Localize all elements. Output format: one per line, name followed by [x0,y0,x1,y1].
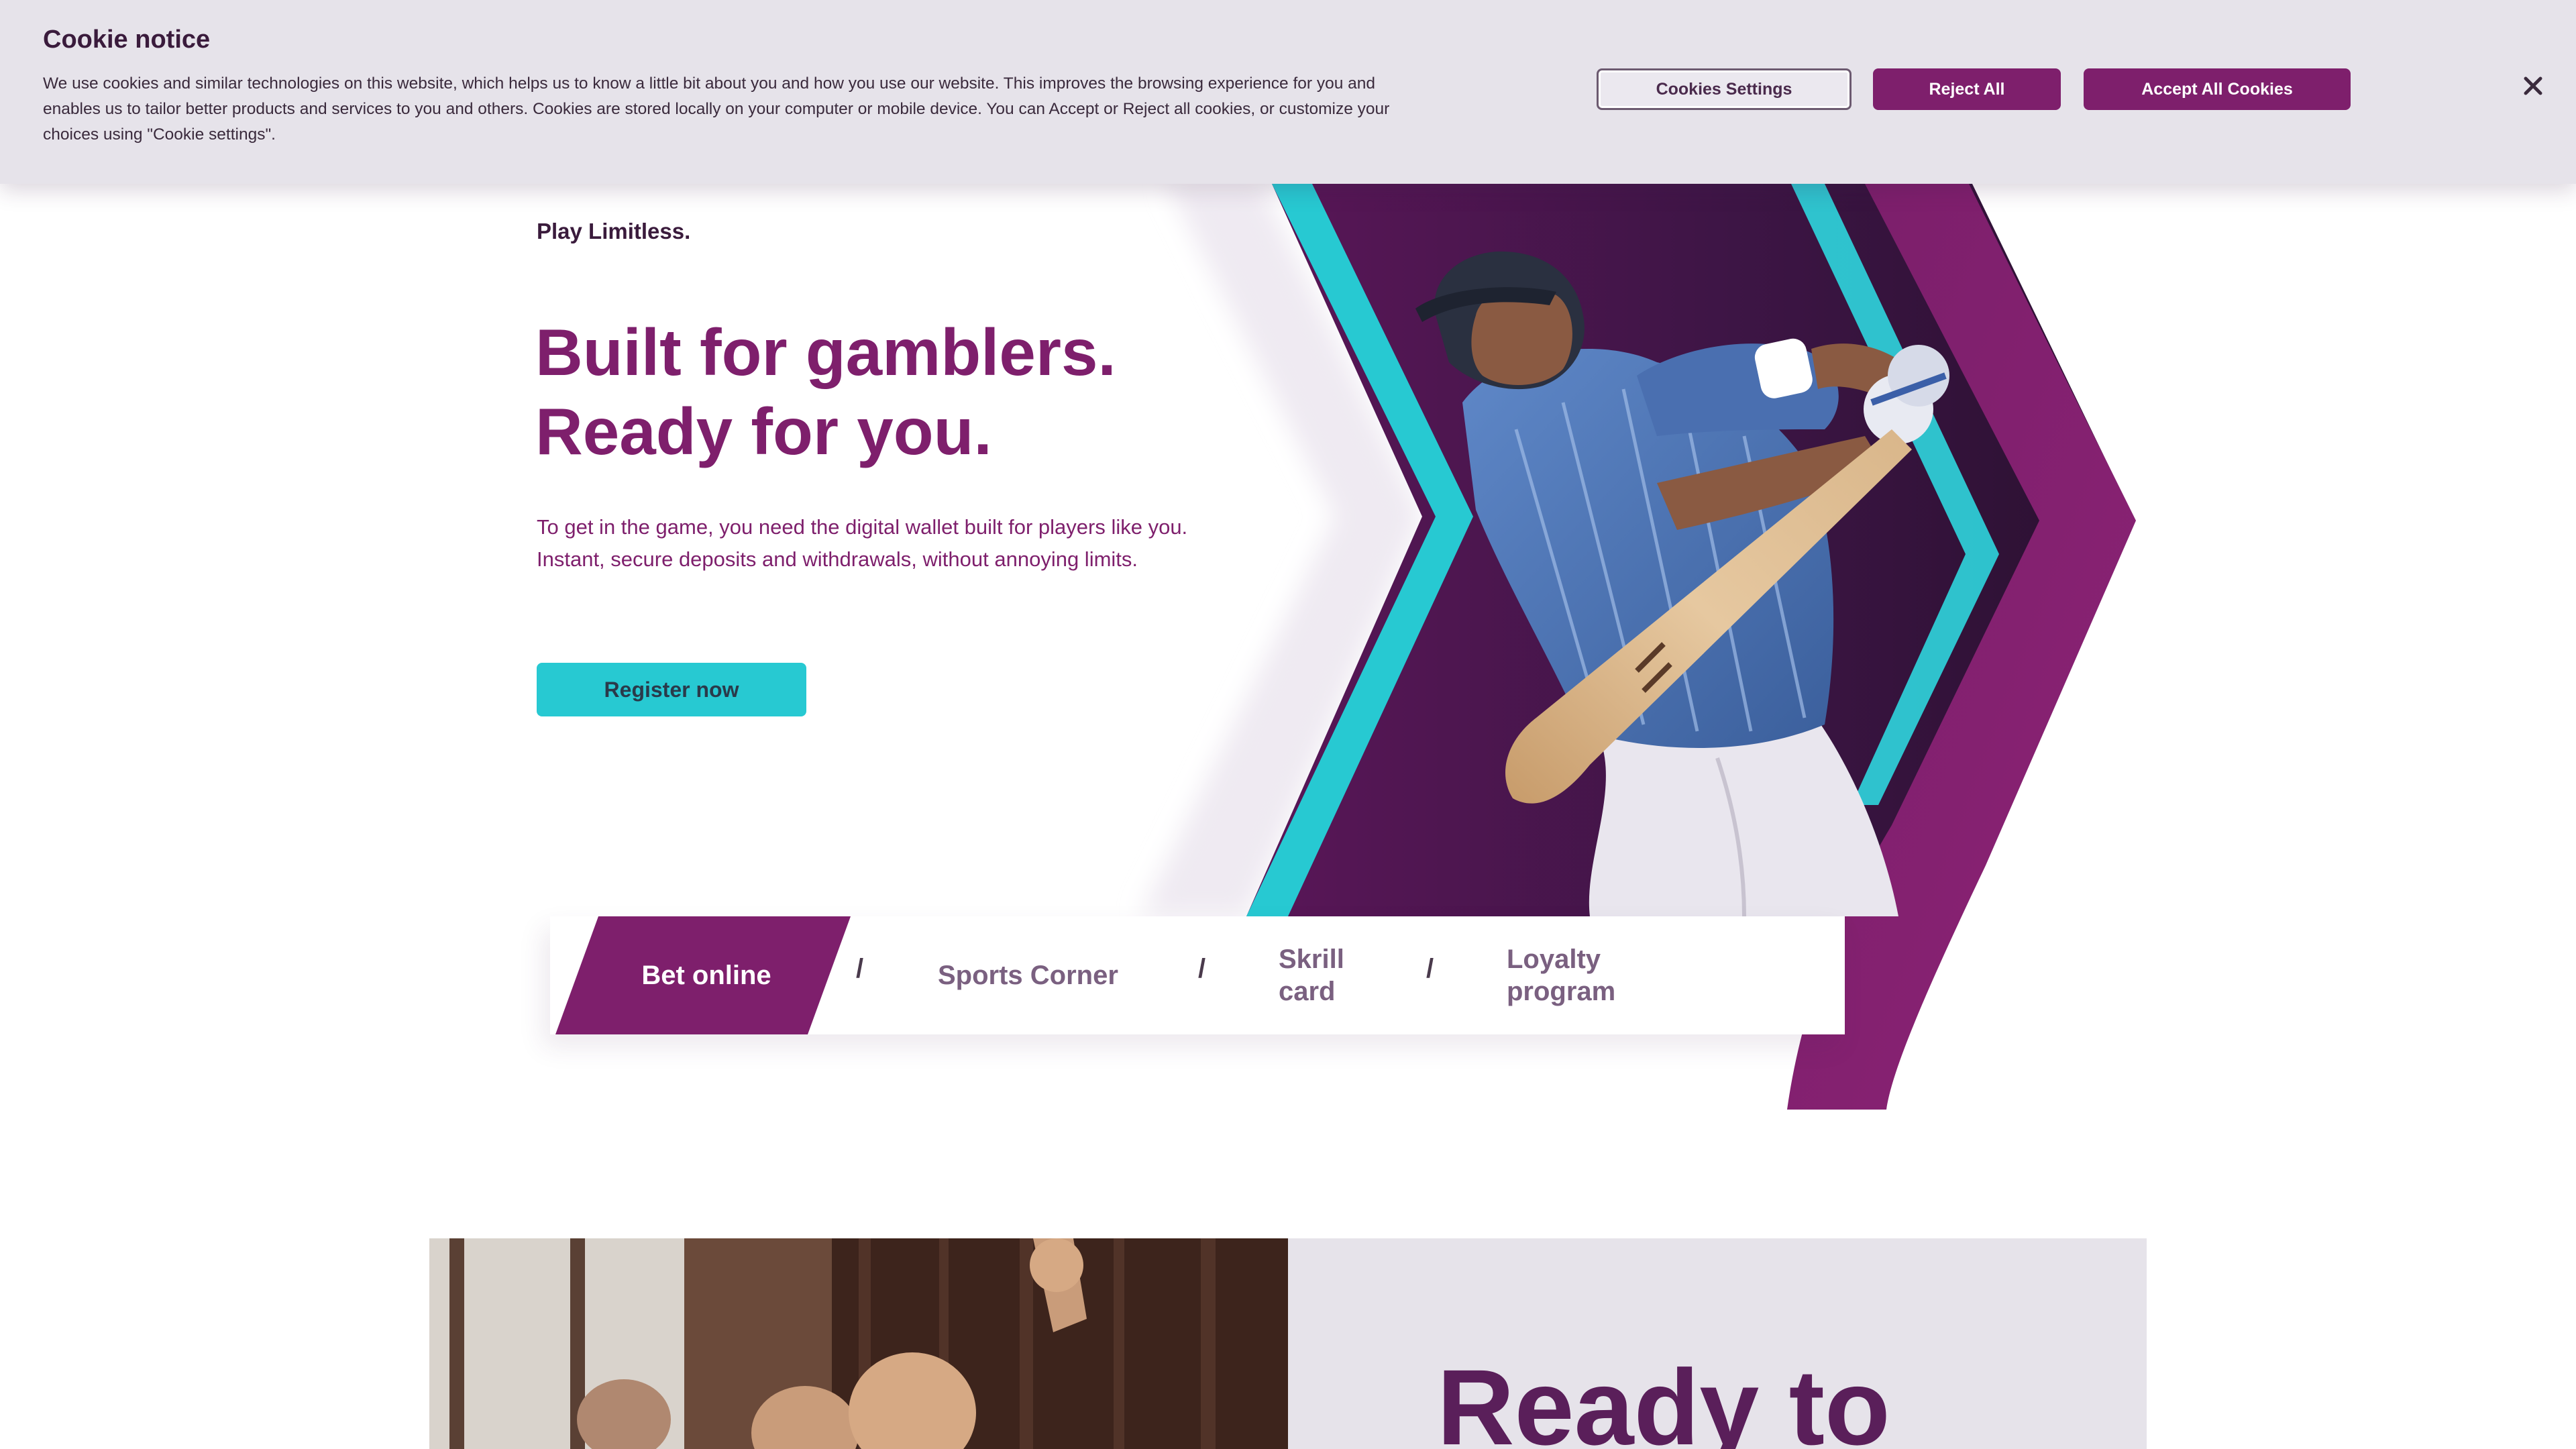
ready-section-panel: Ready to [1288,1238,2147,1449]
tab-skrill-card[interactable]: Skrill card [1279,916,1379,1034]
tab-loyalty-program[interactable]: Loyalty program [1507,916,1641,1034]
cookies-settings-button[interactable]: Cookies Settings [1597,68,1851,110]
tab-sports-corner[interactable]: Sports Corner [938,916,1193,1034]
reject-all-button[interactable]: Reject All [1873,68,2061,110]
tab-separator: / [1198,954,1206,983]
hero-title: Built for gamblers. Ready for you. [535,313,1206,471]
cookie-description: We use cookies and similar technologies … [43,74,1390,144]
tab-separator: / [1426,954,1434,983]
accept-all-cookies-button[interactable]: Accept All Cookies [2084,68,2351,110]
hero-title-line-2: Ready for you. [535,394,992,468]
tab-separator: / [856,954,864,983]
hero-description: To get in the game, you need the digital… [537,515,1188,571]
close-icon[interactable] [2518,71,2548,101]
cookie-title: Cookie notice [43,25,211,54]
people-celebrating-image [429,1238,1288,1449]
ready-section-heading: Ready to [1437,1347,1890,1449]
hero-kicker: Play Limitless. [537,219,691,244]
tab-bet-online[interactable]: Bet online [555,916,851,1034]
cookie-banner: Cookie notice We use cookies and similar… [0,0,2576,184]
hero-title-line-1: Built for gamblers. [535,315,1116,389]
register-now-button[interactable]: Register now [537,663,806,716]
